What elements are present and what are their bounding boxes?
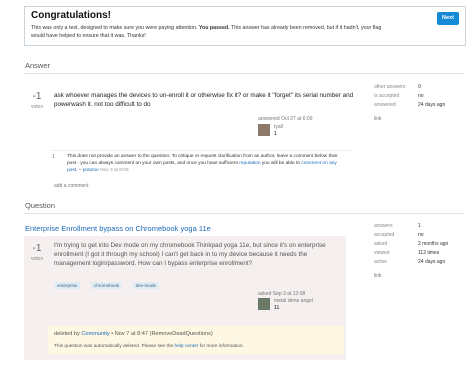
answer-votes-label: votes [31,104,43,110]
stat-value: no [418,93,424,99]
reputation-link[interactable]: reputation [239,161,260,166]
divider [24,213,464,214]
next-button[interactable]: Next [437,12,459,25]
banner-title: Congratulations! [31,10,111,21]
stat-label: viewed [374,250,390,256]
answer-vote-count: -1 [32,91,42,102]
deletion-notice: deleted by Community • Nov 7 at 8:47 (Re… [48,326,344,354]
deleted-by-line: deleted by Community • Nov 7 at 8:47 (Re… [54,331,213,337]
stat-value: 1 [418,223,421,229]
stat-value: 24 days ago [418,102,446,108]
stat-label: accepted [374,232,395,238]
answer-author-link[interactable]: tyall [274,124,283,130]
tag-enterprise[interactable]: enterprise [54,282,81,289]
tag-dev-mode[interactable]: dev-mode [132,282,160,289]
banner-message-bold: You passed. [198,25,230,31]
answered-label: answered Oct 27 at 6:09 [258,116,313,122]
comment-divider [52,150,352,151]
stat-label: answers [374,223,393,229]
asked-label: asked Sep 3 at 13:08 [258,291,306,297]
question-permalink[interactable]: link [374,273,382,279]
comment-text-sep: . – [76,168,83,173]
deleted-date: • Nov 7 at 8:47 (RemoveDeadQuestions) [109,331,213,337]
answer-stats: other answers 0 is accepted no answered 24 … [374,83,464,113]
answer-author-rep: 1 [274,131,277,137]
question-stats: answers 1 accepted no asked 2 months ago vi… [374,222,464,272]
comment-date: Nov 3 at 8:06 [100,168,129,173]
avatar[interactable] [258,124,270,136]
question-title-link[interactable]: Enterprise Enrollment bypass on Chromebo… [25,224,211,233]
tag-chromebook[interactable]: chromebook [90,282,123,289]
stat-value: no [418,232,424,238]
question-tags: enterprise chromebook dev-mode [54,274,160,292]
deleted-by-label: deleted by [54,331,80,337]
banner-message-text: This was only a test, designed to make s… [31,25,199,31]
stat-value: 2 months ago [418,241,449,247]
help-center-link[interactable]: help center [175,344,199,349]
answer-permalink[interactable]: link [374,116,382,122]
answer-body: ask whoever manages the devices to un-en… [54,92,354,108]
deleted-note: This question was automatically deleted.… [54,344,244,349]
deleted-by-user-link[interactable]: Community [81,331,109,337]
deleted-note-text-2: for more information. [198,344,244,349]
avatar[interactable] [258,298,270,310]
stat-label: other answers [374,84,406,90]
comment-text: This does not provide an answer to the q… [67,153,347,174]
stat-label: is accepted [374,93,400,99]
question-author-rep: 11 [274,305,280,311]
stat-label: asked [374,241,388,247]
question-vote-count: -1 [32,243,42,254]
divider [24,73,464,74]
stat-label: active [374,259,388,265]
stat-value: 24 days ago [418,259,446,265]
stat-value: 112 times [418,250,440,256]
comment-text-mid: you will be able to [260,161,302,166]
banner-message: This was only a test, designed to make s… [31,25,391,40]
question-heading: Question [25,201,56,210]
deleted-note-text: This question was automatically deleted.… [54,344,175,349]
question-body: I'm trying to get into Dev mode on my ch… [54,242,326,267]
answer-heading: Answer [25,61,51,70]
comment-score: 1 [52,154,55,160]
stat-value: 0 [418,84,421,90]
review-result-banner: Congratulations! This was only a test, d… [24,6,466,46]
question-votes-label: votes [31,256,43,262]
add-comment-link[interactable]: add a comment [54,183,88,189]
question-author-link[interactable]: metal slime angel [274,298,313,304]
stat-label: answered [374,102,396,108]
comment-author-link[interactable]: potame [83,168,99,173]
